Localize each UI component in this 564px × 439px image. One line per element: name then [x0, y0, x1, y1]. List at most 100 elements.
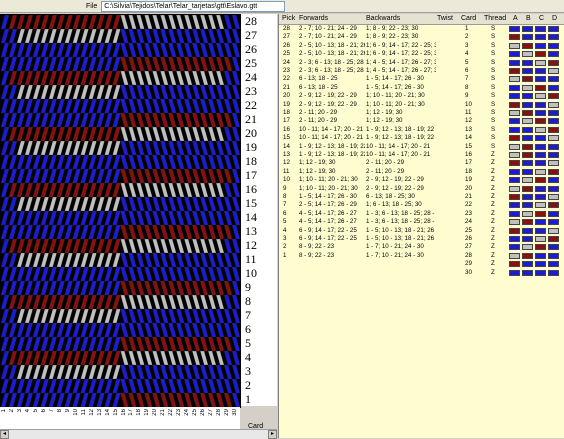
weave-cell[interactable]: [112, 308, 121, 324]
hole-a-color-swatch[interactable]: [509, 110, 520, 116]
weave-cell[interactable]: [1, 42, 10, 58]
hole-b-color-swatch[interactable]: [522, 110, 533, 116]
weave-cell[interactable]: [24, 210, 34, 226]
weave-cell[interactable]: [48, 280, 57, 296]
weave-cell[interactable]: [199, 42, 209, 58]
weave-cell[interactable]: [48, 154, 57, 170]
weave-cell[interactable]: [8, 112, 18, 128]
weave-cell[interactable]: [16, 42, 26, 58]
weave-cell[interactable]: [120, 56, 129, 72]
weave-cell[interactable]: [32, 126, 42, 142]
hole-a-color-swatch[interactable]: [509, 261, 520, 268]
weave-cell[interactable]: [40, 224, 49, 240]
weave-cell[interactable]: [168, 140, 177, 156]
header-pick[interactable]: Pick: [282, 15, 295, 22]
weave-cell[interactable]: [207, 294, 217, 310]
weave-cell[interactable]: [223, 294, 233, 310]
hole-c-color-swatch[interactable]: [535, 26, 546, 32]
thread-direction[interactable]: Z: [491, 168, 501, 176]
weave-cell[interactable]: [16, 392, 26, 407]
weave-cell[interactable]: [207, 28, 217, 44]
weave-cell[interactable]: [128, 294, 137, 310]
hole-d-color-swatch[interactable]: [548, 185, 559, 192]
weave-cell[interactable]: [24, 378, 34, 394]
weave-cell[interactable]: [104, 196, 113, 212]
weave-cell[interactable]: [152, 112, 161, 128]
weave-cell[interactable]: [96, 70, 105, 86]
weave-cell[interactable]: [184, 42, 193, 58]
hole-a-color-swatch[interactable]: [509, 51, 520, 58]
weave-cell[interactable]: [112, 84, 121, 100]
weave-cell[interactable]: [56, 28, 65, 44]
weave-cell[interactable]: [32, 98, 42, 114]
weave-cell[interactable]: [215, 154, 225, 170]
weave-cell[interactable]: [207, 196, 217, 212]
hole-d-color-swatch[interactable]: [548, 76, 559, 83]
weave-cell[interactable]: [231, 168, 240, 184]
weave-cell[interactable]: [136, 238, 145, 254]
weave-cell[interactable]: [48, 84, 57, 100]
weave-cell[interactable]: [8, 350, 18, 366]
weave-cell[interactable]: [16, 308, 26, 324]
weave-cell[interactable]: [144, 15, 153, 30]
weave-cell[interactable]: [72, 294, 81, 310]
weave-cell[interactable]: [72, 238, 81, 254]
weave-cell[interactable]: [144, 126, 153, 142]
weave-cell[interactable]: [160, 112, 169, 128]
weave-cell[interactable]: [16, 15, 26, 30]
weave-cell[interactable]: [80, 210, 89, 226]
weave-cell[interactable]: [199, 378, 209, 394]
weave-cell[interactable]: [72, 168, 81, 184]
hole-d-color-swatch[interactable]: [548, 59, 559, 66]
weave-cell[interactable]: [1, 112, 10, 128]
weave-cell[interactable]: [112, 266, 121, 282]
weave-cell[interactable]: [199, 168, 209, 184]
weave-cell[interactable]: [24, 112, 34, 128]
weave-cell[interactable]: [176, 168, 185, 184]
weave-cell[interactable]: [48, 210, 57, 226]
hole-d-color-swatch[interactable]: [548, 168, 559, 175]
hole-d-color-swatch[interactable]: [548, 252, 559, 259]
weave-cell[interactable]: [96, 224, 105, 240]
thread-direction[interactable]: S: [491, 109, 501, 117]
weave-cell[interactable]: [152, 392, 161, 407]
weave-cell[interactable]: [24, 322, 34, 338]
weave-cell[interactable]: [184, 392, 193, 407]
weave-cell[interactable]: [72, 322, 81, 338]
weave-cell[interactable]: [104, 224, 113, 240]
weave-cell[interactable]: [120, 196, 129, 212]
weave-cell[interactable]: [207, 168, 217, 184]
weave-cell[interactable]: [184, 252, 193, 268]
weave-cell[interactable]: [215, 168, 225, 184]
weave-cell[interactable]: [56, 210, 65, 226]
weave-cell[interactable]: [72, 308, 81, 324]
weave-cell[interactable]: [168, 350, 177, 366]
weave-cell[interactable]: [1, 392, 10, 407]
weave-cell[interactable]: [1, 84, 10, 100]
weave-cell[interactable]: [223, 126, 233, 142]
table-row[interactable]: 18 2 - 11; 20 - 29 1; 12 - 19; 30 11 S: [279, 109, 564, 117]
weave-cell[interactable]: [144, 70, 153, 86]
weave-cell[interactable]: [56, 294, 65, 310]
header-forwards[interactable]: Forwards: [299, 15, 328, 22]
weave-cell[interactable]: [56, 196, 65, 212]
hole-c-color-swatch[interactable]: [535, 210, 546, 217]
weave-cell[interactable]: [48, 266, 57, 282]
weave-cell[interactable]: [8, 28, 18, 44]
weave-cell[interactable]: [16, 70, 26, 86]
hole-d-color-swatch[interactable]: [548, 42, 559, 49]
weave-cell[interactable]: [223, 196, 233, 212]
hole-b-color-swatch[interactable]: [522, 244, 533, 251]
table-row[interactable]: 5 4 - 5; 14 - 17; 26 - 27 1 - 3; 6 - 13; 1…: [279, 218, 564, 226]
table-row[interactable]: 29 Z: [279, 260, 564, 268]
weave-cell[interactable]: [128, 196, 137, 212]
weave-cell[interactable]: [32, 378, 42, 394]
thread-direction[interactable]: S: [491, 101, 501, 109]
hole-d-color-swatch[interactable]: [548, 152, 559, 158]
weave-cell[interactable]: [192, 56, 201, 72]
thread-direction[interactable]: S: [491, 42, 501, 50]
weave-cell[interactable]: [128, 154, 137, 170]
weave-cell[interactable]: [168, 196, 177, 212]
weave-cell[interactable]: [144, 154, 153, 170]
table-row[interactable]: 24 2 - 3; 6 - 13; 18 - 25; 28 - 291; 4 - …: [279, 59, 564, 67]
